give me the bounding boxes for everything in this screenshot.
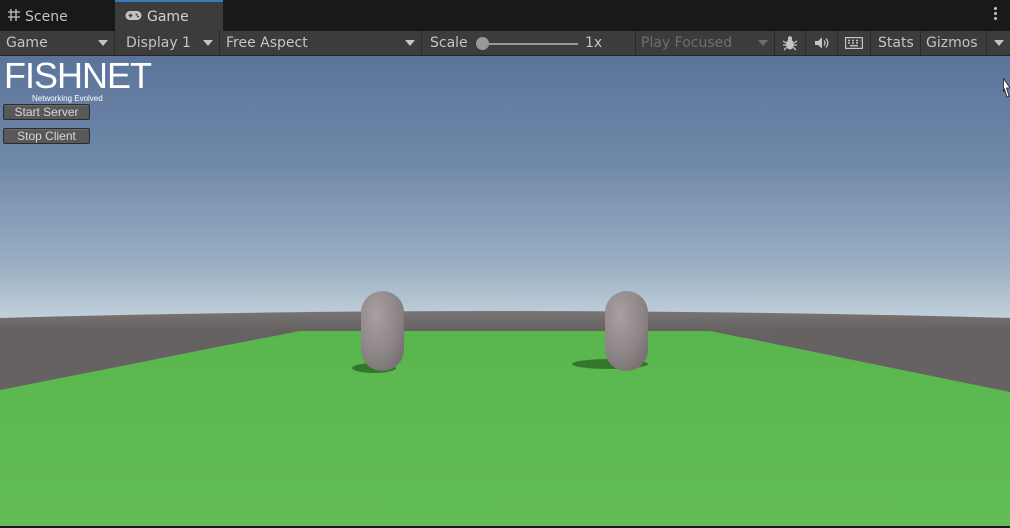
tab-scene[interactable]: Scene [8, 2, 68, 31]
gizmos-label: Gizmos [926, 35, 978, 51]
mouse-cursor-icon [1003, 77, 1010, 104]
more-options-icon[interactable] [994, 7, 998, 22]
start-server-button[interactable]: Start Server [3, 104, 90, 120]
scene-3d [0, 291, 1010, 526]
chevron-down-icon [98, 40, 108, 46]
aspect-dropdown[interactable]: Free Aspect [220, 31, 422, 55]
scale-value: 1x [585, 35, 603, 51]
play-mode-label: Play Focused [641, 35, 733, 51]
chevron-down-icon [405, 40, 415, 46]
fishnet-logo: FISHNET Networking Evolved [4, 56, 152, 104]
play-mode-dropdown[interactable]: Play Focused [636, 31, 775, 55]
display-label: Display 1 [126, 35, 191, 51]
stats-label: Stats [878, 35, 914, 51]
chevron-down-icon [203, 40, 213, 46]
bug-icon[interactable] [775, 31, 806, 55]
gizmos-dropdown[interactable] [987, 31, 1010, 55]
logo-tagline: Networking Evolved [32, 94, 103, 103]
tab-bar: Scene Game [0, 0, 1010, 31]
tab-game-label: Game [147, 8, 189, 25]
speaker-icon[interactable] [806, 31, 838, 55]
tab-game[interactable]: Game [115, 0, 223, 31]
display-mode-dropdown[interactable]: Game [0, 31, 115, 55]
tab-scene-label: Scene [25, 8, 68, 25]
grid-icon [8, 8, 20, 25]
stop-client-button[interactable]: Stop Client [3, 128, 90, 144]
aspect-label: Free Aspect [226, 35, 308, 51]
game-toolbar: Game Display 1 Free Aspect Scale 1x Play… [0, 31, 1010, 56]
gizmos-button[interactable]: Gizmos [921, 31, 987, 55]
display-mode-label: Game [6, 35, 48, 51]
stats-button[interactable]: Stats [871, 31, 921, 55]
scale-label: Scale [430, 35, 468, 51]
chevron-down-icon [758, 40, 768, 46]
display-dropdown[interactable]: Display 1 [115, 31, 220, 55]
keyboard-icon[interactable] [838, 31, 871, 55]
gamepad-icon [125, 9, 142, 25]
player-capsule [361, 291, 404, 371]
logo-title: FISHNET [4, 56, 152, 96]
scale-slider-track[interactable] [480, 43, 578, 45]
game-viewport[interactable]: FISHNET Networking Evolved Start Server … [0, 56, 1010, 526]
scale-slider-handle[interactable] [476, 37, 489, 50]
player-capsule [605, 291, 648, 371]
chevron-down-icon [994, 40, 1004, 46]
